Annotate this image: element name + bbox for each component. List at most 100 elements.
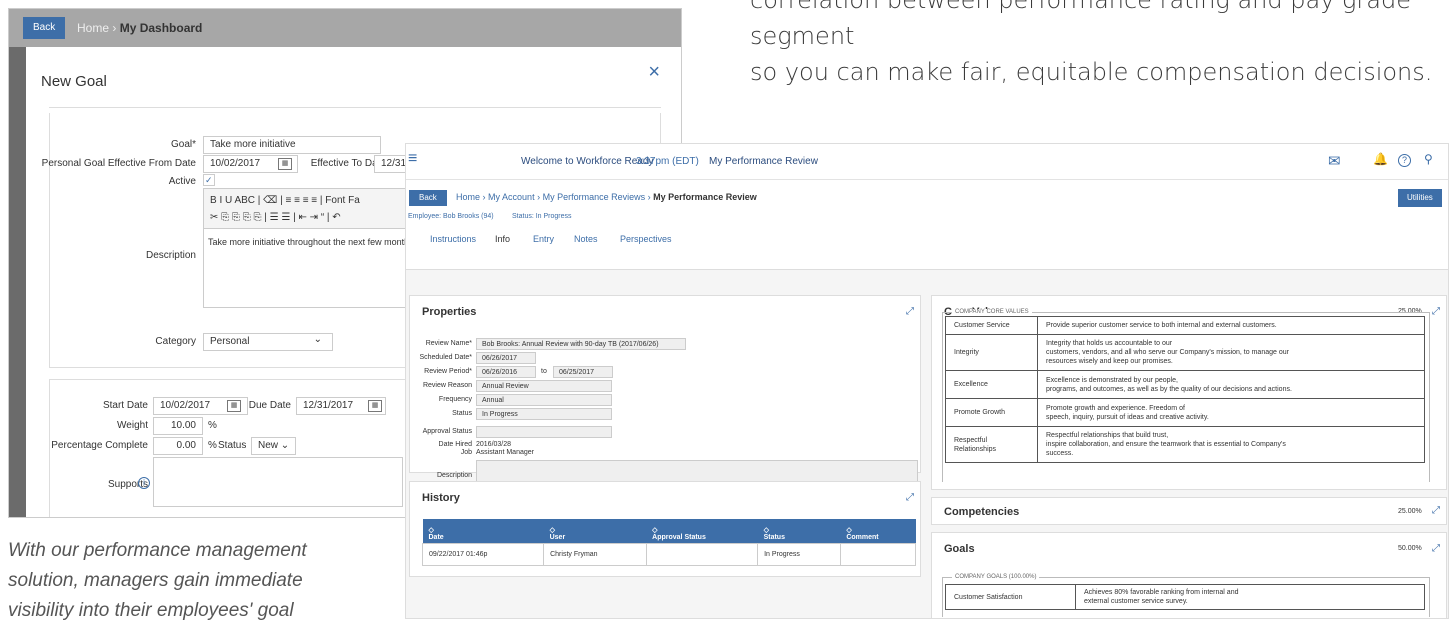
tab-entry[interactable]: Entry [533,234,554,244]
sort-icon[interactable]: ◇ [550,526,641,534]
toolbar-row[interactable]: B I U ABC | ⌫ | ≡ ≡ ≡ ≡ | Font Fa [210,192,418,209]
column-header[interactable]: ◇ Date [422,519,544,543]
column-header[interactable]: ◇ Comment [840,519,916,543]
active-label: Active [168,176,196,187]
expand-icon[interactable]: ⤢ [1432,543,1440,554]
tab-notes[interactable]: Notes [574,234,598,244]
info-icon[interactable]: i [138,477,150,489]
start-date-label: Start Date [102,400,148,411]
review-name-field[interactable]: Bob Brooks: Annual Review with 90-day TB… [476,338,686,350]
help-icon[interactable]: ? [1398,154,1411,167]
tab-instructions[interactable]: Instructions [430,234,476,244]
breadcrumb-current: My Dashboard [119,21,203,35]
column-header[interactable]: ◇ User [543,519,647,543]
expand-icon[interactable]: ⤢ [1432,306,1440,317]
status-select[interactable]: New ⌄ [251,437,296,455]
goals-table: Customer Satisfaction Achieves 80% favor… [945,584,1425,610]
percent-complete-input[interactable]: 0.00 [153,437,203,455]
calendar-icon[interactable]: ▦ [368,400,382,412]
bell-icon[interactable]: 🔔 [1373,152,1388,166]
utilities-button[interactable]: Utilities [1398,189,1442,207]
tab-info[interactable]: Info [495,234,510,244]
header-label: Approval Status [652,533,706,541]
frequency-field[interactable]: Annual [476,394,612,406]
column-header[interactable]: ◇ Status [757,519,841,543]
table-row: Promote Growth Promote growth and experie… [945,398,1425,427]
field-label: Review Name* [425,340,472,347]
table-row: Customer Service Provide superior custome… [945,316,1425,335]
toolbar-row[interactable]: ✂ ⎘ ⎘ ⎘ ⎘ | ☰ ☰ | ⇤ ⇥ “ | ↶ [210,209,418,226]
sort-icon[interactable]: ◇ [652,526,751,534]
welcome-text: Welcome to Workforce Ready [521,156,654,167]
reason-field[interactable]: Annual Review [476,380,612,392]
weight-unit: % [208,420,217,431]
weight-percent: 50.00% [1398,545,1422,552]
calendar-icon[interactable]: ▦ [227,400,241,412]
panel-title: History [422,492,460,504]
value-name: Respectful Relationships [945,426,1038,463]
value-name: Excellence [945,370,1038,399]
breadcrumb-sep: › [537,192,541,202]
table-row: Respectful Relationships Respectful relat… [945,426,1425,463]
value-description: Integrity that holds us accountable to o… [1037,334,1425,371]
breadcrumb-account[interactable]: My Account [488,192,535,202]
header-label: Status [763,533,785,541]
core-values-table: Customer Service Provide superior custome… [945,316,1425,463]
field-label: Approval Status [422,428,472,435]
menu-icon[interactable]: ≡ [408,150,417,168]
competencies-panel: Competencies 25.00% ⤢ [931,497,1447,525]
sort-icon[interactable]: ◇ [429,526,538,534]
value-description: Provide superior customer service to bot… [1037,316,1425,335]
weight-percent: 25.00% [1398,508,1422,515]
expand-icon[interactable]: ⤢ [906,492,914,503]
back-button[interactable]: Back [409,190,447,206]
value-name: Customer Service [945,316,1038,335]
column-header[interactable]: ◇ Approval Status [646,519,758,543]
table-row[interactable]: 09/22/2017 01:46p Christy Fryman In Prog… [421,542,917,566]
group-label: COMPANY CORE VALUES [952,309,1032,315]
breadcrumb-home[interactable]: Home [77,21,109,35]
caption-line: visibility into their employees' goal [8,600,294,621]
mail-icon[interactable]: ✉ [1328,152,1341,170]
breadcrumb-reviews[interactable]: My Performance Reviews [543,192,646,202]
calendar-icon[interactable]: ▦ [278,158,292,170]
review-window: ≡ Welcome to Workforce Ready 3:37pm (EDT… [405,143,1449,619]
category-label: Category [155,336,196,347]
weight-input[interactable]: 10.00 [153,417,203,435]
active-checkbox[interactable]: ✓ [203,174,215,186]
sort-icon[interactable]: ◇ [764,526,835,534]
period-from-field[interactable]: 06/26/2016 [476,366,536,378]
to-label: to [541,368,547,375]
scheduled-date-field[interactable]: 06/26/2017 [476,352,536,364]
status-field[interactable]: In Progress [476,408,612,420]
tab-perspectives[interactable]: Perspectives [620,234,672,244]
sort-icon[interactable]: ◇ [846,526,909,534]
field-label: Status [452,410,472,417]
goal-input[interactable]: Take more initiative [203,136,381,154]
description-text[interactable]: Take more initiative throughout the next… [204,229,424,255]
breadcrumb-sep: › [112,21,117,35]
history-table: ◇ Date ◇ User ◇ Approval Status ◇ Status ◇ Co… [421,519,917,566]
category-select[interactable]: Personal ⌄ [203,333,333,351]
properties-panel: Properties ⤢ Review Name* Bob Brooks: An… [409,295,921,494]
percent-unit: % [208,440,217,451]
editor-toolbar[interactable]: B I U ABC | ⌫ | ≡ ≡ ≡ ≡ | Font Fa ✂ ⎘ ⎘ … [204,189,424,229]
marketing-headline: correlation between performance rating a… [750,0,1449,90]
breadcrumb-home[interactable]: Home [456,192,480,202]
back-button[interactable]: Back [23,17,66,39]
close-icon[interactable]: × [648,61,660,84]
search-icon[interactable]: ⚲ [1424,152,1433,166]
field-label: Date Hired [438,441,472,448]
headline-line: correlation between performance rating a… [750,0,1411,50]
approval-field[interactable] [476,426,612,438]
period-to-field[interactable]: 06/25/2017 [553,366,613,378]
expand-icon[interactable]: ⤢ [1432,505,1440,516]
goals-panel: Goals 50.00% ⤢ COMPANY GOALS (100.00%) C… [931,532,1447,618]
weight-label: Weight [117,420,148,431]
field-label: Description [436,472,472,479]
description-editor[interactable]: B I U ABC | ⌫ | ≡ ≡ ≡ ≡ | Font Fa ✂ ⎘ ⎘ … [203,188,425,308]
supports-field[interactable] [153,457,403,507]
header-label: User [549,533,566,541]
expand-icon[interactable]: ⤢ [906,306,914,317]
table-row: Customer Satisfaction Achieves 80% favor… [945,584,1425,610]
